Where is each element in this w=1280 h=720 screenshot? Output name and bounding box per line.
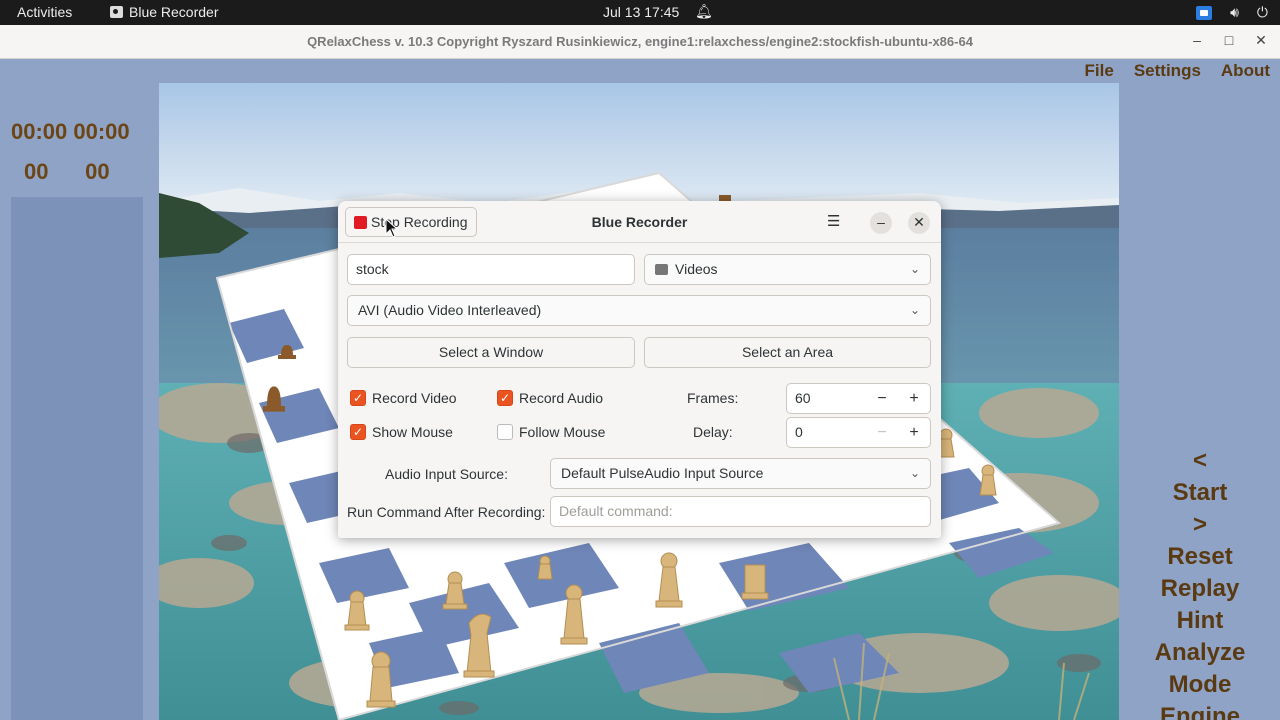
record-video-checkbox[interactable]: ✓ Record Video — [350, 390, 457, 406]
game-clock-seconds: 00 00 — [24, 159, 110, 184]
window-title: QRelaxChess v. 10.3 Copyright Ryszard Ru… — [307, 34, 973, 49]
frames-spinbutton[interactable]: 60 − + — [786, 383, 931, 414]
volume-icon: 🔊︎ — [1230, 4, 1239, 20]
stop-icon — [354, 215, 367, 229]
run-command-input[interactable]: Default command: — [550, 496, 931, 527]
delay-spinbutton[interactable]: 0 − + — [786, 417, 931, 448]
power-icon: ⏻ — [1256, 4, 1268, 20]
checkbox-empty-icon — [497, 424, 513, 440]
select-window-button[interactable]: Select a Window — [347, 337, 635, 368]
recorder-headerbar: Stop Recording Blue Recorder ☰ – ✕ — [338, 201, 941, 243]
blue-recorder-window: Stop Recording Blue Recorder ☰ – ✕ stock… — [338, 201, 941, 538]
close-icon[interactable]: ✕ — [1252, 32, 1270, 49]
recorder-tray-icon[interactable] — [1196, 5, 1213, 20]
maximize-icon[interactable]: □ — [1220, 32, 1238, 49]
hint-button[interactable]: Hint — [1120, 605, 1280, 637]
app-menu-label: Blue Recorder — [129, 4, 219, 20]
mode-button[interactable]: Mode — [1120, 669, 1280, 701]
plus-icon[interactable]: + — [898, 384, 930, 413]
top-bar: Activities Blue Recorder Jul 13 17:45 🔔︎… — [0, 0, 1280, 25]
menu-file[interactable]: File — [1085, 61, 1114, 81]
plus-icon[interactable]: + — [898, 418, 930, 447]
format-select[interactable]: AVI (Audio Video Interleaved) ⌄ — [347, 295, 931, 326]
activities-button[interactable]: Activities — [17, 4, 72, 20]
folder-label: Videos — [675, 261, 718, 277]
next-move-button[interactable]: > — [1120, 509, 1280, 541]
clock[interactable]: Jul 13 17:45 — [603, 4, 679, 20]
record-audio-checkbox[interactable]: ✓ Record Audio — [497, 390, 603, 406]
reset-button[interactable]: Reset — [1120, 541, 1280, 573]
start-button[interactable]: Start — [1120, 477, 1280, 509]
app-menu[interactable]: Blue Recorder — [110, 4, 219, 20]
folder-icon — [655, 264, 668, 275]
show-mouse-label: Show Mouse — [372, 424, 453, 440]
chevron-down-icon: ⌄ — [909, 466, 920, 480]
frames-label: Frames: — [687, 390, 739, 406]
select-area-button[interactable]: Select an Area — [644, 337, 931, 368]
prev-move-button[interactable]: < — [1120, 445, 1280, 477]
checkmark-icon: ✓ — [350, 424, 366, 440]
audio-source-value: Default PulseAudio Input Source — [561, 465, 764, 481]
chevron-down-icon: ⌄ — [909, 262, 920, 276]
show-mouse-checkbox[interactable]: ✓ Show Mouse — [350, 424, 453, 440]
frames-value[interactable]: 60 — [787, 384, 866, 413]
filename-input[interactable]: stock — [347, 254, 635, 285]
audio-source-select[interactable]: Default PulseAudio Input Source ⌄ — [550, 458, 931, 489]
follow-mouse-label: Follow Mouse — [519, 424, 606, 440]
minus-icon[interactable]: − — [866, 384, 898, 413]
audio-source-label: Audio Input Source: — [385, 466, 508, 482]
replay-button[interactable]: Replay — [1120, 573, 1280, 605]
format-value: AVI (Audio Video Interleaved) — [358, 302, 542, 318]
game-clock: 00:00 00:00 — [11, 119, 130, 144]
menu-about[interactable]: About — [1221, 61, 1270, 81]
chevron-down-icon: ⌄ — [909, 303, 920, 317]
minus-icon: − — [877, 424, 887, 441]
follow-mouse-checkbox[interactable]: Follow Mouse — [497, 424, 605, 440]
delay-value[interactable]: 0 — [787, 418, 866, 447]
engine-button[interactable]: Engine — [1120, 701, 1280, 720]
bell-icon: 🔔︎ — [695, 3, 713, 19]
menu-bar: File Settings About — [1085, 61, 1270, 81]
record-video-label: Record Video — [372, 390, 457, 406]
delay-label: Delay: — [693, 424, 733, 440]
folder-chooser[interactable]: Videos ⌄ — [644, 254, 931, 285]
record-audio-label: Record Audio — [519, 390, 604, 406]
camera-icon — [110, 6, 123, 18]
close-icon[interactable]: ✕ — [908, 212, 930, 234]
mouse-cursor-icon — [385, 218, 399, 238]
stop-recording-button[interactable]: Stop Recording — [345, 207, 477, 237]
minimize-icon[interactable]: – — [870, 212, 892, 234]
move-list-panel — [11, 197, 143, 720]
checkmark-icon: ✓ — [350, 390, 366, 406]
side-menu: < Start > Reset Replay Hint Analyze Mode… — [1120, 445, 1280, 720]
run-command-label: Run Command After Recording: — [347, 504, 546, 520]
minimize-icon[interactable]: – — [1188, 32, 1206, 49]
system-tray[interactable]: 🔊︎ ⏻ — [1196, 4, 1268, 21]
chess-titlebar: QRelaxChess v. 10.3 Copyright Ryszard Ru… — [0, 25, 1280, 59]
analyze-button[interactable]: Analyze — [1120, 637, 1280, 669]
menu-settings[interactable]: Settings — [1134, 61, 1201, 81]
menu-icon[interactable]: ☰ — [827, 212, 840, 230]
checkmark-icon: ✓ — [497, 390, 513, 406]
